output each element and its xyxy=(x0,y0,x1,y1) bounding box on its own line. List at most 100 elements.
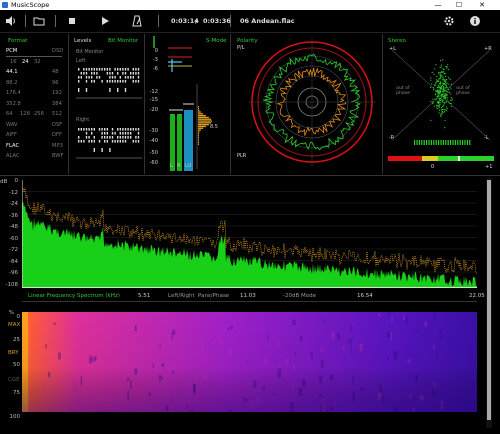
metronome-icon[interactable] xyxy=(131,15,143,27)
pl-label: P/L xyxy=(237,45,245,51)
spectrum-y-tick: -48 xyxy=(9,224,18,230)
correlation-zero: 0 xyxy=(431,164,435,170)
format-192: 192 xyxy=(52,90,62,96)
format-24: 24 xyxy=(22,58,29,65)
info-icon[interactable] xyxy=(469,15,481,27)
spectrum-tick-22: 22.05 xyxy=(469,293,485,299)
meter-scale-tick: -3 xyxy=(152,57,158,63)
format-mp3: MP3 xyxy=(52,142,63,149)
gear-icon[interactable] xyxy=(443,15,455,27)
spectrogram-y-tick: 25 xyxy=(13,337,20,343)
window-title: MusicScope xyxy=(11,1,50,9)
spectrogram-y-tick: 100 xyxy=(9,414,21,420)
spectrum-tick-5: 5.51 xyxy=(138,293,151,299)
correlation-ticks xyxy=(414,140,471,145)
folder-icon[interactable] xyxy=(33,15,45,27)
format-aiff: AIFF xyxy=(6,132,18,138)
polarity-scope xyxy=(248,38,376,166)
format-64: 64 xyxy=(6,111,13,117)
app-icon xyxy=(2,2,8,8)
stereo-scope xyxy=(392,50,490,140)
minus-20db-mode[interactable]: -20dB Mode xyxy=(283,293,316,299)
format-bwf: BWF xyxy=(52,153,64,159)
left-bit-display xyxy=(76,68,142,99)
format-alac: ALAC xyxy=(6,153,20,159)
play-icon[interactable] xyxy=(99,15,111,27)
format-384: 384 xyxy=(52,100,62,107)
format-48: 48 xyxy=(52,69,59,75)
levels-tab[interactable]: Levels xyxy=(74,38,91,44)
pans-phase-mode[interactable]: Pans/Phase xyxy=(198,293,229,299)
format-16: 16 xyxy=(10,58,17,65)
stereo-title: Stereo xyxy=(388,38,406,44)
meter-scale-tick: -15 xyxy=(149,97,158,103)
track-name: 06 Andean.flac xyxy=(240,17,295,25)
stereo-panel: Stereo +L +R -R -L out of phase out of p… xyxy=(384,34,498,174)
peak-value: 8.5 xyxy=(210,124,218,130)
format-256: 256 xyxy=(34,111,44,117)
spectrum-y-tick: -36 xyxy=(9,212,18,219)
channel-label-r: R xyxy=(177,163,181,169)
spectrum-y-tick: -84 xyxy=(9,258,18,265)
spectrum-y-tick: -60 xyxy=(9,235,18,242)
meter-scale-tick: -50 xyxy=(149,150,158,156)
format-dsd: DSD xyxy=(52,48,64,54)
scrollbar-thumb[interactable] xyxy=(487,180,491,420)
spectrum-y-tick: -72 xyxy=(9,247,18,253)
level-meter-graphic xyxy=(168,47,212,171)
left-right-mode[interactable]: Left/Right xyxy=(168,293,195,299)
stop-icon[interactable] xyxy=(66,15,78,27)
format-title: Format xyxy=(8,38,28,44)
bry-label: BRY xyxy=(8,350,19,356)
cge-label: CGE xyxy=(8,377,20,383)
volume-icon[interactable] xyxy=(5,15,17,27)
format-panel: Format PCM DSD 16 24 32 44.1 48 88.2 96 176.4 192 3… xyxy=(0,34,69,174)
mini-meter xyxy=(153,36,155,48)
meter-scale-tick: -40 xyxy=(149,138,158,144)
spectrogram-y-tick: 50 xyxy=(13,362,20,368)
format-pcm: PCM xyxy=(6,48,18,54)
bit-monitor-tab[interactable]: Bit Monitor xyxy=(108,38,138,44)
close-button[interactable]: ✕ xyxy=(475,0,489,10)
spectrum-y-tick: -108 xyxy=(5,281,18,288)
spectrum-y-tick: -12 xyxy=(9,189,18,196)
spectrogram-y-tick: 0 xyxy=(16,314,21,320)
format-wav: WAV xyxy=(6,121,18,128)
maximize-button[interactable]: ☐ xyxy=(452,0,466,10)
format-flac: FLAC xyxy=(6,142,20,149)
meter-scale-tick: -6 xyxy=(152,66,158,72)
meter-scale-tick: -60 xyxy=(149,160,158,166)
correlation-meter xyxy=(388,156,494,161)
toolbar: 0:03:14 / 0:03:36 06 Andean.flac xyxy=(0,10,500,33)
format-dsf: DSF xyxy=(52,121,63,128)
format-128: 128 xyxy=(20,111,30,117)
title-bar: MusicScope — ☐ ✕ xyxy=(0,0,500,10)
max-label: MAX xyxy=(8,322,21,328)
meter-scale-tick: -12 xyxy=(149,89,158,95)
spectrum-title: Linear Frequency Spectrum (kHz) xyxy=(28,293,120,299)
spectrum-tick-11: 11.03 xyxy=(240,293,256,299)
spectrum-y-tick: -24 xyxy=(9,201,18,207)
levels-panel: Levels Bit Monitor Bit Monitor Left Righ… xyxy=(70,34,145,174)
frequency-spectrum xyxy=(22,180,477,288)
right-label: Right xyxy=(76,117,90,123)
meter-scale-tick: 0 xyxy=(154,48,158,54)
channel-label-lu: LU xyxy=(185,163,192,169)
spectrum-unit: dB xyxy=(0,179,8,185)
spectrogram-y-tick: 75 xyxy=(13,390,20,396)
minimize-button[interactable]: — xyxy=(431,0,445,10)
time-divider: / xyxy=(195,17,198,25)
format-96: 96 xyxy=(52,79,59,86)
format-44-1: 44.1 xyxy=(6,69,18,75)
format-dff: DFF xyxy=(52,132,62,138)
format-88-2: 88.2 xyxy=(6,79,18,86)
polarity-panel: Polarity P/L PLR xyxy=(232,34,383,174)
right-bit-display xyxy=(76,128,142,159)
format-32: 32 xyxy=(34,58,41,65)
bit-monitor-subtitle: Bit Monitor xyxy=(76,49,104,55)
spectrogram xyxy=(22,312,477,412)
format-512: 512 xyxy=(52,111,62,117)
plr-label: PLR xyxy=(237,153,247,159)
spectrum-y-tick: -96 xyxy=(9,270,18,276)
correlation-plus: +1 xyxy=(485,164,493,170)
